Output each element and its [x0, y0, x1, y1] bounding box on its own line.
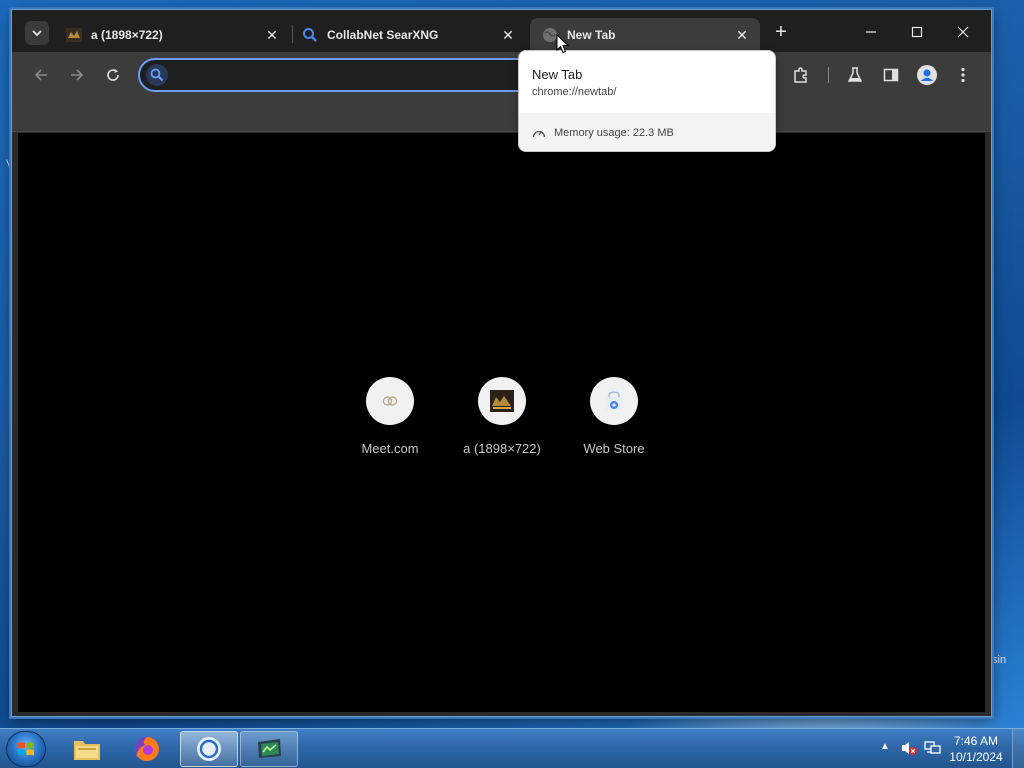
taskbar: ▲ 7:46 AM 10/1/2024	[0, 728, 1024, 768]
memory-usage-text: Memory usage: 22.3 MB	[554, 127, 674, 139]
tab-search-button[interactable]	[25, 21, 49, 45]
image-thumbnail-icon	[66, 27, 82, 43]
taskbar-file-explorer[interactable]	[58, 731, 116, 767]
back-arrow-icon	[34, 69, 47, 81]
flask-icon	[847, 67, 863, 82]
show-hidden-icons-icon[interactable]: ▲	[880, 741, 890, 752]
folder-icon	[74, 741, 100, 760]
avatar-icon	[917, 65, 937, 85]
reload-icon	[107, 69, 119, 81]
system-clock[interactable]: 7:46 AM 10/1/2024	[946, 733, 1006, 765]
tab-image[interactable]: a (1898×722) ✕	[54, 18, 290, 52]
shortcut-label: Meet.com	[361, 441, 419, 456]
taskbar-firefox[interactable]	[118, 731, 176, 767]
hover-card-title: New Tab	[532, 67, 583, 82]
volume-muted-icon[interactable]	[900, 740, 918, 759]
tab-searxng[interactable]: CollabNet SearXNG ✕	[290, 18, 526, 52]
meet-icon	[366, 377, 414, 425]
shortcut-image[interactable]: a (1898×722)	[452, 377, 552, 456]
tab-strip: a (1898×722) ✕ CollabNet SearXNG ✕ New T…	[12, 10, 991, 52]
browser-window: a (1898×722) ✕ CollabNet SearXNG ✕ New T…	[11, 9, 992, 717]
close-icon[interactable]: ✕	[264, 27, 280, 43]
forward-button[interactable]	[64, 62, 90, 88]
firefox-icon	[135, 737, 159, 761]
extensions-button[interactable]	[788, 62, 814, 88]
web-store-icon	[590, 377, 638, 425]
shortcut-meet[interactable]: Meet.com	[340, 377, 440, 456]
mouse-cursor-icon	[556, 34, 570, 54]
side-panel-button[interactable]	[878, 62, 904, 88]
taskbar-chrome[interactable]	[180, 731, 238, 767]
hover-card-url: chrome://newtab/	[532, 86, 617, 98]
network-icon[interactable]	[924, 740, 942, 759]
show-desktop-button[interactable]	[1012, 729, 1024, 768]
gauge-icon	[532, 127, 546, 139]
minimize-button[interactable]	[848, 18, 894, 46]
reload-button[interactable]	[100, 62, 126, 88]
new-tab-page: Meet.com a (1898×722) Web Store	[18, 133, 985, 712]
maximize-button[interactable]	[894, 18, 940, 46]
close-icon	[957, 26, 969, 38]
tab-title: New Tab	[567, 28, 616, 42]
taskbar-system-app[interactable]	[240, 731, 298, 767]
close-window-button[interactable]	[940, 18, 986, 46]
puzzle-icon	[794, 67, 807, 83]
shortcut-web-store[interactable]: Web Store	[564, 377, 664, 456]
labs-button[interactable]	[842, 62, 868, 88]
close-icon[interactable]: ✕	[734, 27, 750, 43]
image-thumbnail-icon	[478, 377, 526, 425]
toolbar	[12, 52, 991, 98]
search-icon	[302, 27, 318, 43]
start-button[interactable]	[6, 731, 46, 767]
clock-date: 10/1/2024	[949, 750, 1003, 764]
forward-arrow-icon	[71, 69, 84, 81]
tab-title: CollabNet SearXNG	[327, 28, 439, 42]
toolbar-separator	[828, 67, 829, 83]
clock-time: 7:46 AM	[953, 734, 999, 748]
side-panel-icon	[883, 68, 899, 82]
chevron-down-icon	[32, 30, 42, 37]
tab-hover-card: New Tab chrome://newtab/ Memory usage: 2…	[518, 50, 776, 152]
desktop-fragment-right: sin	[992, 654, 1007, 666]
menu-button[interactable]	[950, 62, 976, 88]
bookmark-bar	[12, 98, 991, 132]
windows-logo-icon	[18, 742, 34, 756]
new-tab-button[interactable]: +	[770, 22, 792, 44]
search-icon	[146, 64, 168, 86]
shortcut-label: a (1898×722)	[463, 441, 541, 456]
chrome-icon	[197, 737, 221, 761]
shortcut-label: Web Store	[583, 441, 645, 456]
minimize-icon	[866, 31, 876, 33]
back-button[interactable]	[28, 62, 54, 88]
kebab-menu-icon	[961, 67, 965, 83]
hover-card-memory: Memory usage: 22.3 MB	[519, 113, 775, 151]
maximize-icon	[911, 26, 923, 38]
tab-title: a (1898×722)	[91, 28, 163, 42]
close-icon[interactable]: ✕	[500, 27, 516, 43]
monitor-app-icon	[258, 739, 281, 758]
profile-button[interactable]	[914, 62, 940, 88]
